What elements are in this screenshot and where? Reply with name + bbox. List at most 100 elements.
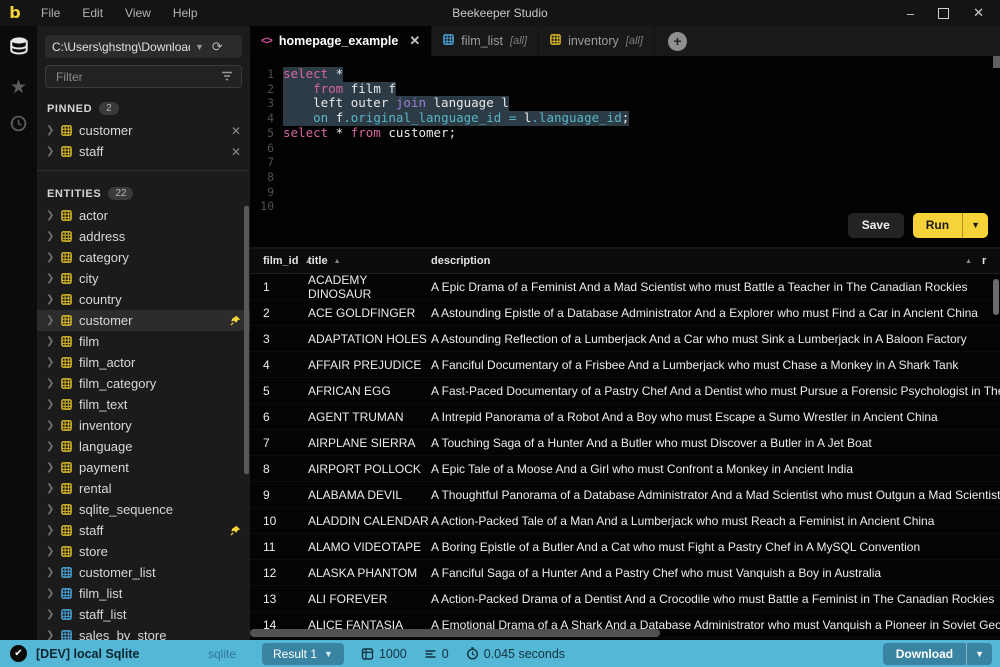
- connection-name[interactable]: [DEV] local Sqlite: [36, 647, 140, 661]
- table-row[interactable]: 1ACADEMY DINOSAURA Epic Drama of a Femin…: [250, 274, 1000, 300]
- chevron-right-icon[interactable]: ❯: [46, 609, 54, 620]
- refresh-icon[interactable]: ⟳: [212, 39, 223, 55]
- column-header-description[interactable]: description ▲: [431, 255, 982, 267]
- entity-item-actor[interactable]: ❯actor: [37, 205, 250, 226]
- table-row[interactable]: 8AIRPORT POLLOCKA Epic Tale of a Moose A…: [250, 456, 1000, 482]
- editor-scrollbar[interactable]: [993, 56, 1000, 68]
- download-options-caret-icon[interactable]: ▼: [967, 645, 992, 663]
- entity-item-film_category[interactable]: ❯film_category: [37, 373, 250, 394]
- download-button[interactable]: Download ▼: [883, 643, 992, 665]
- tab-inventory[interactable]: inventory[all]: [539, 26, 655, 56]
- chevron-right-icon[interactable]: ❯: [46, 546, 54, 557]
- chevron-right-icon[interactable]: ❯: [46, 483, 54, 494]
- pinned-item-customer[interactable]: ❯customer✕: [37, 120, 250, 141]
- favorites-star-icon[interactable]: ★: [10, 78, 27, 97]
- chevron-right-icon[interactable]: ❯: [46, 357, 54, 368]
- column-header-film-id[interactable]: film_id ▲: [250, 255, 308, 267]
- menu-help[interactable]: Help: [162, 0, 209, 26]
- chevron-right-icon[interactable]: ❯: [46, 588, 54, 599]
- column-header-title[interactable]: title ▲: [308, 255, 431, 267]
- close-button[interactable]: ✕: [973, 5, 984, 21]
- entity-item-film[interactable]: ❯film: [37, 331, 250, 352]
- run-button-label[interactable]: Run: [913, 213, 963, 238]
- tab-film_list[interactable]: film_list[all]: [432, 26, 539, 56]
- table-row[interactable]: 15ALIEN CENTERA Brilliant Drama of a Cat…: [250, 638, 1000, 640]
- sort-asc-icon[interactable]: ▲: [334, 258, 341, 265]
- chevron-right-icon[interactable]: ❯: [46, 273, 54, 284]
- chevron-right-icon[interactable]: ❯: [46, 315, 54, 326]
- sql-editor[interactable]: 1select *2 from film f3 left outer join …: [250, 56, 1000, 247]
- tab-homepage_example[interactable]: <>homepage_example✕: [250, 26, 432, 56]
- chevron-right-icon[interactable]: ❯: [46, 462, 54, 473]
- history-icon[interactable]: [9, 114, 28, 138]
- table-row[interactable]: 4AFFAIR PREJUDICEA Fanciful Documentary …: [250, 352, 1000, 378]
- entity-item-film_text[interactable]: ❯film_text: [37, 394, 250, 415]
- download-button-label[interactable]: Download: [883, 643, 967, 665]
- database-path-selector[interactable]: C:\Users\ghstng\Downloads ▼ ⟳: [45, 35, 242, 58]
- entity-item-payment[interactable]: ❯payment: [37, 457, 250, 478]
- entity-item-city[interactable]: ❯city: [37, 268, 250, 289]
- save-button[interactable]: Save: [848, 213, 904, 238]
- entity-item-country[interactable]: ❯country: [37, 289, 250, 310]
- table-row[interactable]: 12ALASKA PHANTOMA Fanciful Saga of a Hun…: [250, 560, 1000, 586]
- horizontal-scrollbar[interactable]: [250, 629, 660, 637]
- chevron-right-icon[interactable]: ❯: [46, 252, 54, 263]
- run-options-caret-icon[interactable]: ▼: [963, 213, 988, 238]
- chevron-right-icon[interactable]: ❯: [46, 378, 54, 389]
- chevron-right-icon[interactable]: ❯: [46, 630, 54, 640]
- entity-item-rental[interactable]: ❯rental: [37, 478, 250, 499]
- entity-item-address[interactable]: ❯address: [37, 226, 250, 247]
- pinned-item-staff[interactable]: ❯staff✕: [37, 141, 250, 162]
- minimize-button[interactable]: –: [907, 6, 914, 21]
- chevron-right-icon[interactable]: ❯: [46, 504, 54, 515]
- chevron-right-icon[interactable]: ❯: [46, 525, 54, 536]
- chevron-right-icon[interactable]: ❯: [46, 210, 54, 221]
- menu-view[interactable]: View: [114, 0, 162, 26]
- entity-item-category[interactable]: ❯category: [37, 247, 250, 268]
- chevron-right-icon[interactable]: ❯: [46, 336, 54, 347]
- run-button[interactable]: Run ▼: [913, 213, 988, 238]
- entity-item-store[interactable]: ❯store: [37, 541, 250, 562]
- chevron-right-icon[interactable]: ❯: [46, 567, 54, 578]
- chevron-right-icon[interactable]: ❯: [46, 399, 54, 410]
- chevron-right-icon[interactable]: ❯: [46, 294, 54, 305]
- chevron-right-icon[interactable]: ❯: [46, 125, 54, 136]
- sort-asc-icon[interactable]: ▲: [965, 258, 972, 265]
- column-header-partial[interactable]: r: [982, 255, 1000, 267]
- table-row[interactable]: 2ACE GOLDFINGERA Astounding Epistle of a…: [250, 300, 1000, 326]
- entity-item-staff[interactable]: ❯staff: [37, 520, 250, 541]
- unpin-icon[interactable]: ✕: [231, 145, 241, 159]
- entity-item-sales_by_store[interactable]: ❯sales_by_store: [37, 625, 250, 640]
- table-row[interactable]: 13ALI FOREVERA Action-Packed Drama of a …: [250, 586, 1000, 612]
- sidebar-scrollbar[interactable]: [244, 206, 249, 474]
- new-tab-button[interactable]: +: [668, 32, 687, 51]
- table-row[interactable]: 5AFRICAN EGGA Fast-Paced Documentary of …: [250, 378, 1000, 404]
- table-row[interactable]: 7AIRPLANE SIERRAA Touching Saga of a Hun…: [250, 430, 1000, 456]
- unpin-icon[interactable]: ✕: [231, 124, 241, 138]
- entity-item-film_list[interactable]: ❯film_list: [37, 583, 250, 604]
- entity-item-staff_list[interactable]: ❯staff_list: [37, 604, 250, 625]
- chevron-right-icon[interactable]: ❯: [46, 231, 54, 242]
- entity-filter[interactable]: [45, 65, 242, 88]
- chevron-right-icon[interactable]: ❯: [46, 441, 54, 452]
- chevron-right-icon[interactable]: ❯: [46, 420, 54, 431]
- result-selector[interactable]: Result 1 ▼: [262, 643, 344, 665]
- table-row[interactable]: 11ALAMO VIDEOTAPEA Boring Epistle of a B…: [250, 534, 1000, 560]
- entity-item-film_actor[interactable]: ❯film_actor: [37, 352, 250, 373]
- entity-item-sqlite_sequence[interactable]: ❯sqlite_sequence: [37, 499, 250, 520]
- entity-item-inventory[interactable]: ❯inventory: [37, 415, 250, 436]
- table-row[interactable]: 9ALABAMA DEVILA Thoughtful Panorama of a…: [250, 482, 1000, 508]
- entity-item-customer[interactable]: ❯customer: [37, 310, 250, 331]
- pin-icon[interactable]: [230, 525, 241, 536]
- pin-icon[interactable]: [230, 315, 241, 326]
- entity-item-customer_list[interactable]: ❯customer_list: [37, 562, 250, 583]
- table-row[interactable]: 3ADAPTATION HOLESA Astounding Reflection…: [250, 326, 1000, 352]
- chevron-right-icon[interactable]: ❯: [46, 146, 54, 157]
- close-tab-icon[interactable]: ✕: [409, 33, 420, 49]
- vertical-scrollbar[interactable]: [993, 279, 999, 315]
- maximize-button[interactable]: [938, 8, 949, 19]
- table-row[interactable]: 6AGENT TRUMANA Intrepid Panorama of a Ro…: [250, 404, 1000, 430]
- database-icon[interactable]: [8, 36, 30, 61]
- entity-item-language[interactable]: ❯language: [37, 436, 250, 457]
- table-row[interactable]: 10ALADDIN CALENDARA Action-Packed Tale o…: [250, 508, 1000, 534]
